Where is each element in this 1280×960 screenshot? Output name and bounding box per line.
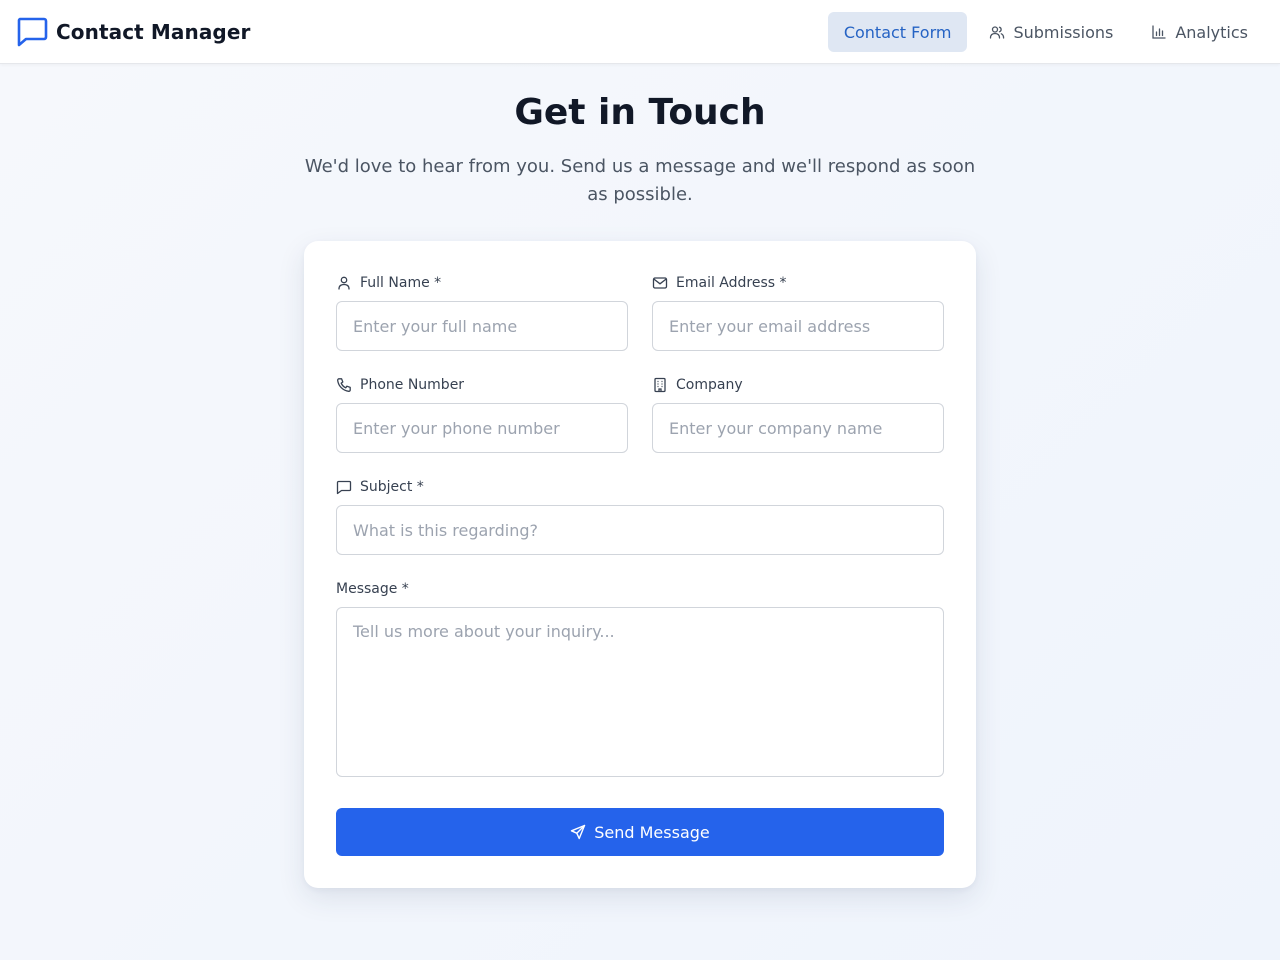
email-input[interactable]: [652, 301, 944, 351]
email-label: Email Address *: [652, 273, 787, 293]
send-message-label: Send Message: [594, 822, 710, 842]
main-nav: Contact Form Submissions Analytics: [822, 12, 1264, 52]
phone-icon: [336, 377, 352, 393]
phone-label-text: Phone Number: [360, 377, 465, 393]
phone-label: Phone Number: [336, 375, 464, 395]
mail-icon: [652, 275, 668, 291]
nav-submissions[interactable]: Submissions: [973, 12, 1129, 52]
send-message-button[interactable]: Send Message: [336, 808, 944, 856]
company-input[interactable]: [652, 403, 944, 453]
app-title: Contact Manager: [56, 20, 251, 44]
brand[interactable]: Contact Manager: [16, 17, 250, 47]
message-square-icon: [336, 479, 352, 495]
email-label-text: Email Address *: [676, 275, 787, 291]
building-icon: [652, 377, 668, 393]
bar-chart-icon: [1151, 24, 1167, 40]
message-square-logo-icon: [16, 17, 48, 47]
nav-contact-form-label: Contact Form: [843, 22, 952, 42]
company-label-text: Company: [676, 377, 743, 393]
nav-analytics-label: Analytics: [1175, 22, 1248, 42]
full-name-label-text: Full Name *: [360, 275, 442, 291]
send-icon: [570, 824, 586, 840]
message-label: Message *: [336, 579, 409, 599]
company-label: Company: [652, 375, 743, 395]
full-name-label: Full Name *: [336, 273, 441, 293]
nav-analytics[interactable]: Analytics: [1135, 12, 1264, 52]
nav-contact-form[interactable]: Contact Form: [827, 12, 968, 52]
nav-submissions-label: Submissions: [1013, 22, 1114, 42]
top-navigation-bar: Contact Manager Contact Form Submissions: [0, 0, 1280, 64]
subject-label: Subject *: [336, 477, 424, 497]
full-name-input[interactable]: [336, 301, 628, 351]
users-icon: [989, 24, 1005, 40]
phone-input[interactable]: [336, 403, 628, 453]
page-subtitle: We'd love to hear from you. Send us a me…: [304, 156, 976, 205]
message-label-text: Message *: [336, 581, 409, 597]
user-icon: [336, 275, 352, 291]
subject-input[interactable]: [336, 505, 944, 555]
message-textarea[interactable]: [336, 607, 944, 777]
contact-form-card: Full Name * Email Address * Phone Number: [304, 241, 976, 888]
page-title: Get in Touch: [514, 92, 766, 133]
subject-label-text: Subject *: [360, 479, 424, 495]
